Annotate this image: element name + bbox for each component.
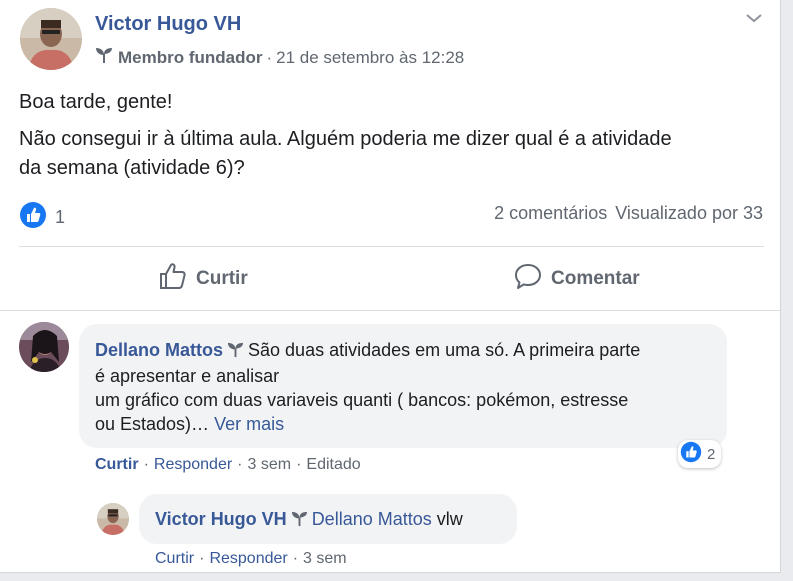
member-badge: Membro fundador [118,47,263,67]
reply-time[interactable]: 3 sem [303,550,347,567]
comment-reaction-count: 2 [707,445,716,463]
post-author-avatar[interactable] [20,8,82,70]
like-badge-icon [19,201,47,234]
comment-bubble: Dellano Mattos São duas atividades em um… [79,324,727,448]
comment-author[interactable]: Dellano Mattos [95,340,223,360]
sprout-icon [95,46,113,69]
reply-actions: Curtir · Responder · 3 sem [155,550,347,567]
sprout-icon [291,509,308,533]
commenter-avatar[interactable] [19,322,69,372]
comment-like-link[interactable]: Curtir [95,456,139,473]
reply-reply-link[interactable]: Responder [209,550,287,567]
like-button-label: Curtir [196,268,248,289]
thumbs-up-icon [158,261,196,297]
like-number: 1 [55,207,66,227]
reply-bubble: Victor Hugo VH Dellano Mattos vlw [139,494,517,544]
post-paragraph-2-line-2: da semana (atividade 6)? [19,157,245,179]
scroll-gutter [781,0,793,581]
see-more-link[interactable]: Ver mais [214,414,284,434]
comment-text-line-2: é apresentar e analisar [95,366,280,386]
like-badge-icon [680,441,702,467]
comments-count[interactable]: 2 comentários [494,203,607,224]
reply-mention[interactable]: Dellano Mattos [312,509,432,529]
post-author-name[interactable]: Victor Hugo VH [95,13,241,36]
comment-button[interactable]: Comentar [513,262,640,296]
meta-separator: · [266,47,273,67]
post-stats: 2 comentários Visualizado por 33 [494,203,763,224]
like-button[interactable]: Curtir [158,262,248,296]
comment-text-line-3: um gráfico com duas variaveis quanti ( b… [95,390,629,410]
post-timestamp[interactable]: 21 de setembro às 12:28 [276,48,464,68]
post-paragraph-2-line-1: Não consegui ir à última aula. Alguém po… [19,128,672,150]
speech-bubble-icon [513,261,551,297]
comment-edited[interactable]: Editado [306,456,360,473]
reply-author-avatar[interactable] [97,503,129,535]
comment-text-line-1: São duas atividades em uma só. A primeir… [248,340,641,360]
divider [0,310,780,311]
reply-like-link[interactable]: Curtir [155,550,194,567]
comment-button-label: Comentar [551,268,640,289]
viewed-by[interactable]: Visualizado por 33 [615,203,763,224]
comment-text-line-4: ou Estados)… [95,414,210,434]
post-meta: Membro fundador · 21 de setembro às 12:2… [95,46,464,69]
post-like-count[interactable]: 1 [19,201,65,234]
reply-author[interactable]: Victor Hugo VH [155,509,287,529]
comment-reactions[interactable]: 2 [678,440,722,468]
post-paragraph-1: Boa tarde, gente! [19,91,173,113]
comment-actions: Curtir · Responder · 3 sem · Editado [95,456,361,473]
bottom-gutter [0,573,781,581]
reply-text: vlw [436,509,463,529]
comment-time[interactable]: 3 sem [248,456,292,473]
sprout-icon [227,340,244,364]
divider [19,246,764,247]
chevron-down-icon[interactable] [744,10,764,26]
comment-reply-link[interactable]: Responder [154,456,232,473]
